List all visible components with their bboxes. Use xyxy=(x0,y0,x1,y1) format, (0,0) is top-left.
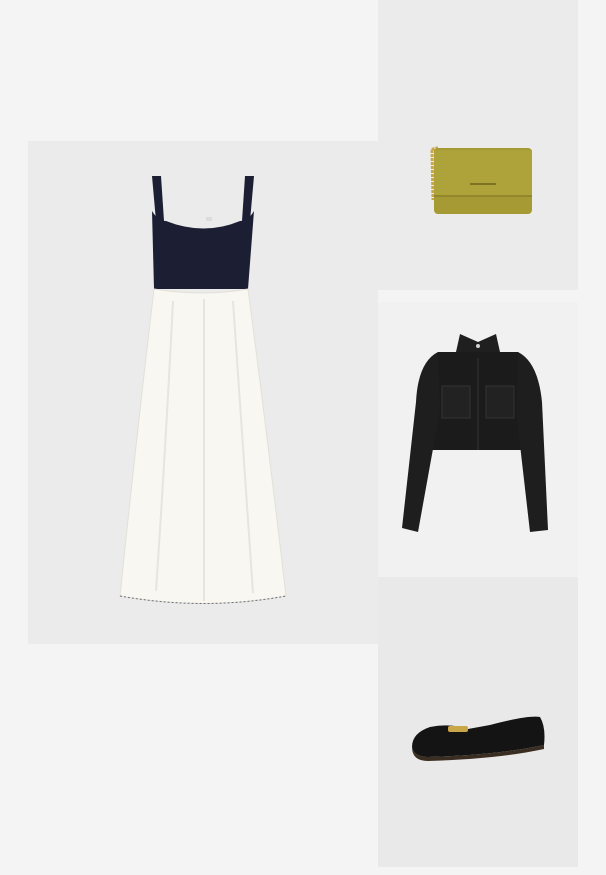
jacket-tile[interactable] xyxy=(378,302,578,577)
crossbody-bag-image xyxy=(430,146,532,214)
cropped-jacket-image xyxy=(402,334,548,532)
loafer-image xyxy=(412,716,545,761)
bag-tile[interactable] xyxy=(378,0,578,290)
dress-image xyxy=(119,176,287,604)
loafer-tile[interactable] xyxy=(378,577,578,867)
dress-tile[interactable] xyxy=(28,141,378,644)
